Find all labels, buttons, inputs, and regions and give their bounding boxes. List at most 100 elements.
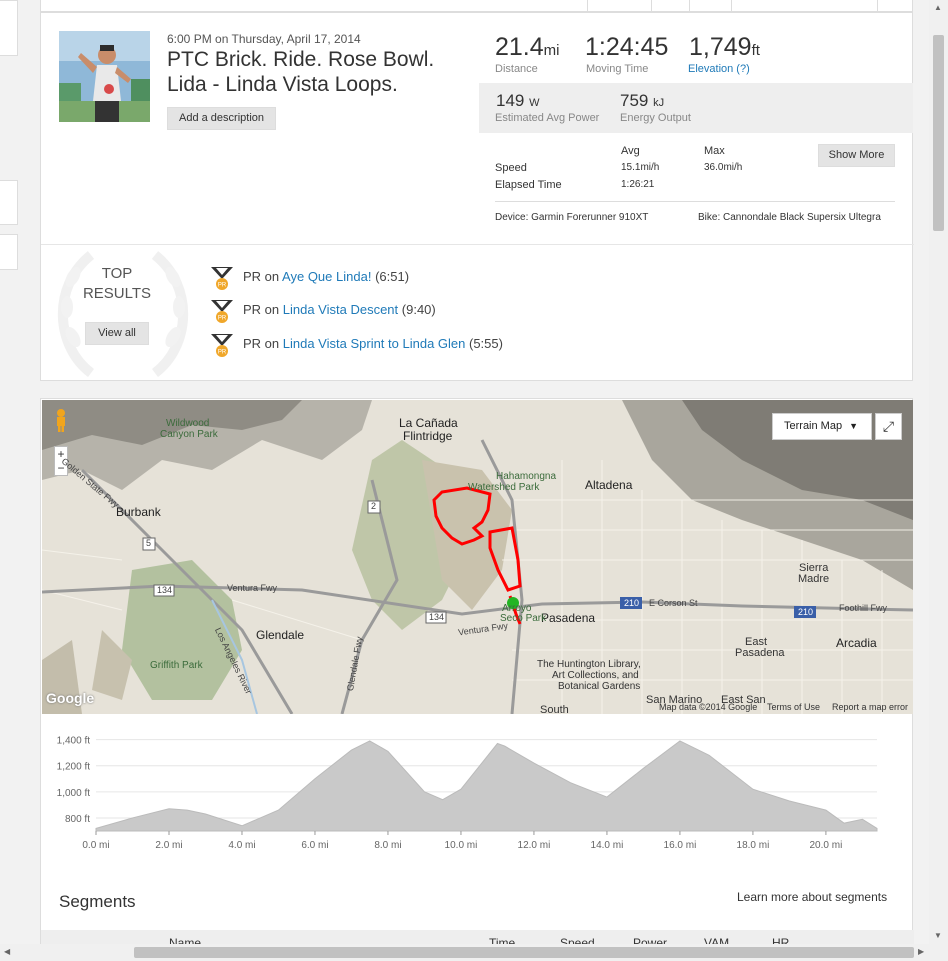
athlete-avatar[interactable]: [59, 31, 150, 122]
fullscreen-icon[interactable]: ⤢: [875, 413, 902, 440]
terrain-map-label: Terrain Map: [784, 420, 843, 432]
elevation-value: 1,749ft: [689, 33, 760, 62]
activity-date: 6:00 PM on Thursday, April 17, 2014: [167, 32, 361, 46]
pr-prefix: PR on: [243, 269, 280, 284]
add-description-button[interactable]: Add a description: [167, 107, 276, 130]
view-all-button[interactable]: View all: [85, 322, 149, 345]
elevation-x-tick: 14.0 mi: [591, 840, 624, 851]
map-label-foothill-fwy: Foothill Fwy: [839, 603, 888, 613]
elapsed-time-avg: 1:26:21: [621, 179, 655, 190]
elevation-y-tick: 1,400 ft: [57, 736, 91, 747]
distance-label: Distance: [495, 63, 538, 75]
elevation-x-tick: 6.0 mi: [301, 840, 328, 851]
route-shield-210-b: 210: [798, 607, 814, 617]
elevation-area: [95, 740, 878, 832]
segments-title: Segments: [59, 892, 136, 911]
map-label-hahamongna: Hahamongna: [496, 471, 557, 482]
map-report-error-link[interactable]: Report a map error: [832, 702, 908, 712]
segment-link-linda-vista-descent[interactable]: Linda Vista Descent: [283, 302, 398, 317]
distance-value: 21.4mi: [495, 33, 560, 62]
pr-text: PR on Linda Vista Descent (9:40): [243, 302, 436, 317]
map-label-madre: Madre: [798, 573, 830, 585]
top-results-title-line-2: RESULTS: [82, 285, 152, 302]
show-more-button[interactable]: Show More: [818, 144, 895, 167]
elapsed-time-label: Elapsed Time: [495, 179, 562, 191]
col-avg-header: Avg: [621, 145, 640, 157]
energy-label: Energy Output: [620, 112, 691, 124]
map-label-flintridge: Flintridge: [403, 429, 453, 443]
route-shield-134-a: 134: [157, 585, 173, 595]
distance-number: 21.4: [495, 33, 544, 61]
map-label-la-canada: La Cañada: [399, 416, 458, 430]
scroll-down-icon[interactable]: ▼: [934, 931, 942, 940]
scroll-left-icon[interactable]: ◀: [4, 947, 10, 956]
segment-link-linda-vista-sprint[interactable]: Linda Vista Sprint to Linda Glen: [283, 336, 466, 351]
map-label-wildwood: Wildwood: [166, 418, 210, 429]
elevation-x-tick: 20.0 mi: [810, 840, 843, 851]
map-data-attribution: Map data ©2014 Google: [659, 702, 758, 712]
map-terms-link[interactable]: Terms of Use: [767, 702, 820, 712]
speed-label: Speed: [495, 162, 527, 174]
speed-max: 36.0mi/h: [704, 162, 743, 173]
activity-header: 6:00 PM on Thursday, April 17, 2014 PTC …: [40, 12, 914, 381]
map-label-canyon-park: Canyon Park: [160, 429, 218, 440]
map-label-glendale: Glendale: [256, 628, 305, 642]
energy-number: 759: [620, 91, 649, 110]
horizontal-scrollbar[interactable]: ◀ ▶: [0, 944, 929, 961]
google-logo: Google: [46, 690, 95, 706]
pr-time: (5:55): [469, 336, 503, 351]
elevation-x-tick: 16.0 mi: [664, 840, 697, 851]
route-shield-5: 5: [146, 538, 152, 548]
learn-more-segments-link[interactable]: Learn more about segments: [737, 890, 887, 904]
pr-medal-icon: PR: [211, 334, 233, 357]
map-label-pasadena: Pasadena: [541, 611, 596, 625]
col-max-header: Max: [704, 145, 725, 157]
vertical-scrollbar[interactable]: ▲ ▼: [929, 0, 948, 961]
elevation-help-link[interactable]: Elevation (?): [688, 63, 750, 75]
elevation-y-tick: 1,200 ft: [57, 762, 91, 773]
horizontal-scroll-thumb[interactable]: [134, 947, 914, 958]
route-map[interactable]: + − Terrain Map ▼ ⤢ La Cañada Flintridge…: [42, 400, 913, 714]
map-label-huntington: The Huntington Library,: [537, 659, 641, 670]
pr-prefix: PR on: [243, 336, 280, 351]
map-label-griffith-park: Griffith Park: [150, 660, 203, 671]
speed-avg: 15.1mi/h: [621, 162, 660, 173]
elevation-x-tick: 18.0 mi: [737, 840, 770, 851]
pr-medal-text: PR: [218, 316, 227, 322]
elevation-x-tick: 8.0 mi: [374, 840, 401, 851]
elevation-unit: ft: [751, 42, 760, 59]
map-label-east-pasadena: Pasadena: [735, 647, 785, 659]
moving-time-label: Moving Time: [586, 63, 649, 75]
left-rail-segment: [0, 0, 18, 56]
scroll-up-icon[interactable]: ▲: [934, 3, 942, 12]
street-view-pegman-icon[interactable]: [54, 408, 68, 432]
elevation-y-tick: 800 ft: [65, 814, 90, 825]
left-rail-segment: [0, 180, 18, 225]
elevation-x-tick: 2.0 mi: [155, 840, 182, 851]
map-label-burbank: Burbank: [116, 505, 161, 519]
pr-text: PR on Linda Vista Sprint to Linda Glen (…: [243, 336, 503, 351]
pr-time: (9:40): [401, 302, 436, 317]
map-label-arcadia: Arcadia: [836, 636, 877, 650]
top-results-title-line-1: TOP: [101, 265, 133, 282]
segment-link-aye-que-linda[interactable]: Aye Que Linda!: [282, 269, 371, 284]
terrain-map-dropdown[interactable]: Terrain Map ▼: [772, 413, 872, 440]
elevation-chart[interactable]: 1,400 ft 1,200 ft 1,000 ft 800 ft 0.0 mi 2.0…: [41, 719, 914, 859]
elevation-number: 1,749: [689, 33, 752, 61]
scroll-right-icon[interactable]: ▶: [918, 947, 924, 956]
vertical-scroll-thumb[interactable]: [933, 35, 944, 231]
pr-medal-text: PR: [218, 283, 227, 289]
map-label-south: South: [540, 704, 569, 714]
route-shield-210-a: 210: [624, 598, 640, 608]
left-rail: [0, 0, 18, 961]
elevation-x-tick: 12.0 mi: [518, 840, 551, 851]
activity-title-line-2: Lida - Linda Vista Loops.: [167, 73, 398, 96]
map-label-watershed-park: Watershed Park: [468, 482, 540, 493]
map-label-art-collections: Art Collections, and: [552, 670, 639, 681]
elevation-x-tick: 0.0 mi: [82, 840, 109, 851]
device-info: Device: Garmin Forerunner 910XT: [495, 212, 649, 223]
power-label: Estimated Avg Power: [495, 112, 600, 124]
map-label-botanical-gardens: Botanical Gardens: [558, 681, 641, 692]
power-number: 149: [496, 91, 525, 110]
energy-value: 759 kJ: [620, 91, 664, 111]
